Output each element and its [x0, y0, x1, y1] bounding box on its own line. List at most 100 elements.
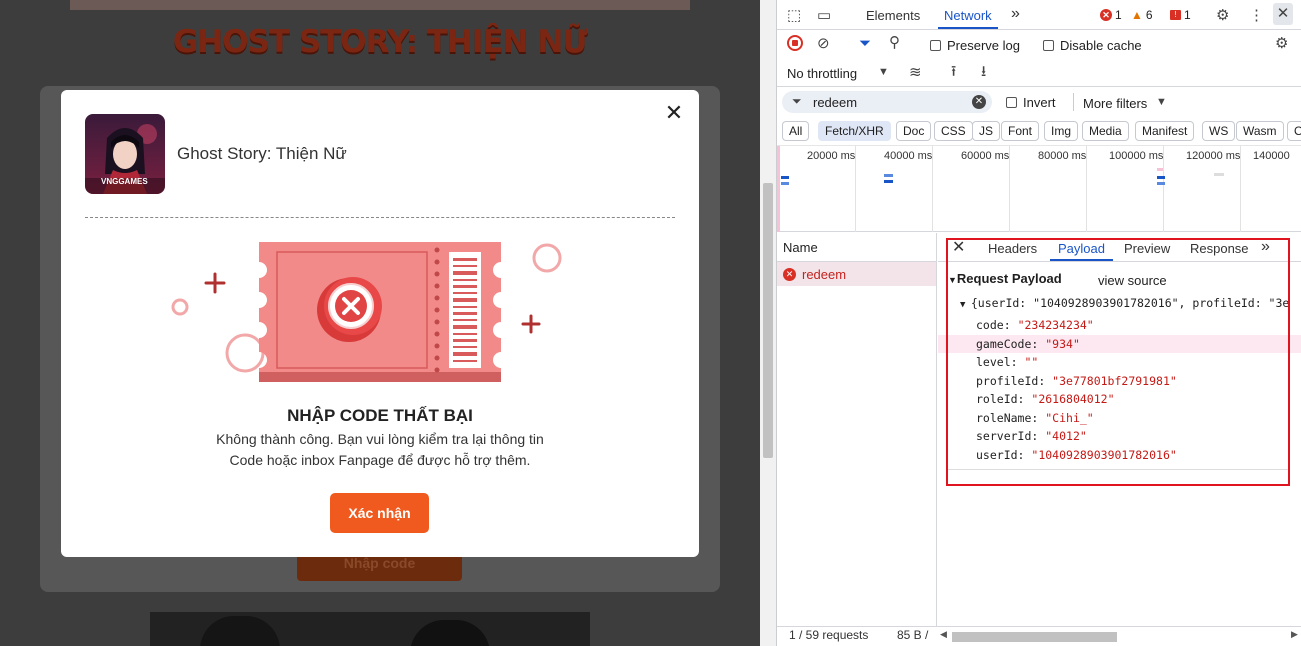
request-row[interactable]: ✕ redeem	[777, 262, 936, 286]
close-devtools-icon[interactable]: ✕	[1273, 3, 1293, 25]
payload-key: roleId	[976, 392, 1018, 406]
payload-row[interactable]: roleName: "Cihi_"	[938, 409, 1301, 427]
payload-row[interactable]: gameCode: "934"	[938, 334, 1301, 353]
payload-title: Request Payload	[956, 271, 1062, 286]
more-tabs-icon[interactable]: »	[1011, 5, 1020, 23]
page-scrollbar-thumb[interactable]	[763, 183, 773, 458]
filter-row: ⏷ redeem ✕ Invert More filters ▼	[777, 88, 1301, 117]
network-settings-icon[interactable]: ⚙	[1275, 34, 1288, 52]
invert-checkbox[interactable]: Invert	[1006, 95, 1056, 110]
filter-chip-all[interactable]: All	[782, 121, 810, 141]
filter-chip-doc[interactable]: Doc	[896, 121, 932, 141]
filter-value: redeem	[813, 95, 858, 110]
settings-gear-icon[interactable]: ⚙	[1216, 6, 1229, 24]
payload-row[interactable]: userId: "1040928903901782016"	[938, 446, 1301, 464]
filter-chip-manifest[interactable]: Manifest	[1135, 121, 1195, 141]
throttling-select[interactable]: No throttling	[787, 66, 857, 81]
more-filters-chevron-icon[interactable]: ▼	[1156, 96, 1167, 108]
collapse-triangle-icon: ▼	[948, 275, 957, 285]
page-scrollbar[interactable]	[760, 0, 776, 646]
issues-count: 1	[1184, 8, 1191, 22]
close-detail-icon[interactable]: ✕	[952, 237, 965, 257]
filter-chip-fetch-xhr[interactable]: Fetch/XHR	[818, 121, 891, 141]
scroll-right-arrow-icon[interactable]: ▶	[1291, 629, 1298, 640]
device-toolbar-icon[interactable]: ▭	[817, 6, 831, 24]
payload-row[interactable]: profileId: "3e77801bf2791981"	[938, 372, 1301, 390]
clear-filter-icon[interactable]: ✕	[972, 95, 986, 109]
filter-chip-css[interactable]: CSS	[934, 121, 973, 141]
disable-cache-checkbox[interactable]: Disable cache	[1043, 38, 1142, 53]
divider	[85, 217, 675, 218]
tab-payload[interactable]: Payload	[1050, 241, 1113, 261]
network-toolbar: ⊘ ⏷ ⚲ Preserve log Disable cache ⚙	[777, 31, 1301, 58]
issues-badge[interactable]: ! 1	[1170, 8, 1191, 22]
payload-summary-text: {userId: "1040928903901782016", profileI…	[970, 296, 1290, 310]
web-page: GHOST STORY: THIỆN NỮ Nhập code ✕ VNGGAM…	[0, 0, 760, 646]
tab-network[interactable]: Network	[938, 8, 998, 29]
payload-row[interactable]: serverId: "4012"	[938, 427, 1301, 445]
invert-label: Invert	[1023, 95, 1056, 110]
filter-chip-img[interactable]: Img	[1044, 121, 1079, 141]
payload-row[interactable]: code: "234234234"	[938, 316, 1301, 334]
filter-chip-font[interactable]: Font	[1001, 121, 1040, 141]
payload-summary[interactable]: ▼ {userId: "1040928903901782016", profil…	[960, 296, 1289, 310]
timeline-label: 140000	[1253, 150, 1290, 162]
game-name: Ghost Story: Thiện Nữ	[177, 144, 347, 163]
warnings-badge[interactable]: ▲ 6	[1131, 8, 1153, 22]
payload-key: level	[976, 355, 1011, 369]
confirm-button[interactable]: Xác nhận	[330, 493, 429, 533]
name-column-header[interactable]: Name	[777, 233, 936, 262]
error-message-line-2: Code hoặc inbox Fanpage để được hỗ trợ t…	[229, 452, 531, 468]
inspect-element-icon[interactable]: ⬚	[787, 6, 801, 24]
network-conditions-icon[interactable]: ≋	[909, 63, 922, 81]
tab-headers[interactable]: Headers	[988, 241, 1037, 256]
payload-key: code	[976, 318, 1004, 332]
payload-key: roleName	[976, 410, 1032, 425]
payload-key: gameCode	[976, 336, 1032, 351]
chevron-down-icon[interactable]: ▼	[878, 66, 889, 78]
timeline-label: 60000 ms	[961, 150, 1010, 162]
error-title: NHẬP CODE THẤT BẠI	[287, 406, 473, 425]
timeline-label: 20000 ms	[807, 150, 856, 162]
filter-chip-js[interactable]: JS	[972, 121, 1001, 141]
payload-value: "234234234"	[1017, 318, 1094, 332]
payload-key: serverId	[976, 429, 1032, 443]
tab-response[interactable]: Response	[1190, 241, 1249, 256]
warning-icon: ▲	[1131, 8, 1143, 22]
payload-row[interactable]: roleId: "2616804012"	[938, 390, 1301, 408]
expand-triangle-icon: ▼	[960, 300, 971, 310]
close-icon[interactable]: ✕	[663, 102, 685, 124]
request-payload-section[interactable]: ▼Request Payload	[948, 271, 1062, 286]
resource-type-filters: All Fetch/XHR Doc CSS JS Font Img Media …	[777, 118, 1301, 144]
timeline-overview[interactable]: 20000 ms 40000 ms 60000 ms 80000 ms 1000…	[777, 145, 1301, 232]
view-source-link[interactable]: view source	[1098, 273, 1167, 288]
timeline-label: 120000 ms	[1186, 150, 1241, 162]
kebab-menu-icon[interactable]: ⋮	[1249, 6, 1264, 24]
clear-icon[interactable]: ⊘	[817, 34, 830, 52]
payload-key: userId	[976, 447, 1018, 462]
detail-tabs: ✕ Headers Payload Preview Response »	[938, 233, 1301, 262]
filter-chip-ws[interactable]: WS	[1202, 121, 1236, 141]
payload-value: ""	[1024, 355, 1039, 369]
search-icon[interactable]: ⚲	[889, 33, 900, 51]
filter-input[interactable]: ⏷ redeem ✕	[782, 91, 992, 113]
filter-funnel-icon[interactable]: ⏷	[859, 35, 871, 52]
payload-row[interactable]: level: ""	[938, 353, 1301, 371]
record-stop-icon[interactable]	[787, 35, 803, 51]
errors-badge[interactable]: ✕ 1	[1100, 8, 1122, 22]
more-detail-tabs-icon[interactable]: »	[1261, 238, 1270, 256]
timeline-label: 100000 ms	[1109, 150, 1164, 162]
tab-elements[interactable]: Elements	[866, 8, 920, 23]
payload-value: "934"	[1045, 336, 1080, 351]
background-artwork	[150, 612, 590, 646]
filter-chip-wasm[interactable]: Wasm	[1236, 121, 1284, 141]
scroll-left-arrow-icon[interactable]: ◀	[940, 629, 947, 640]
preserve-log-checkbox[interactable]: Preserve log	[930, 38, 1020, 53]
more-filters-button[interactable]: More filters	[1083, 96, 1147, 111]
horizontal-scrollbar-thumb[interactable]	[952, 632, 1117, 642]
download-har-icon[interactable]: ⭳	[981, 61, 986, 86]
filter-chip-other[interactable]: O	[1287, 121, 1301, 141]
tab-preview[interactable]: Preview	[1124, 241, 1170, 256]
filter-chip-media[interactable]: Media	[1082, 121, 1129, 141]
upload-har-icon[interactable]: ⭱	[951, 61, 956, 86]
